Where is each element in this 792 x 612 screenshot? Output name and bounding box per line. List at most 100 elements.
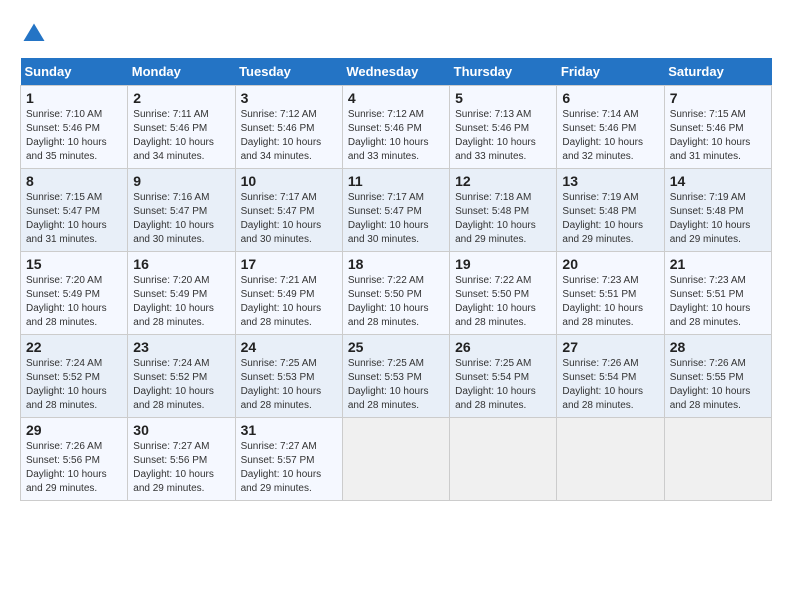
day-number: 18 — [348, 256, 444, 272]
calendar-cell: 4Sunrise: 7:12 AM Sunset: 5:46 PM Daylig… — [342, 86, 449, 169]
day-number: 29 — [26, 422, 122, 438]
calendar-cell: 25 Sunrise: 7:25 AM Sunset: 5:53 PM Dayli… — [342, 335, 449, 418]
day-number: 10 — [241, 173, 337, 189]
calendar-cell — [450, 418, 557, 501]
day-number: 3 — [241, 90, 337, 106]
logo — [20, 20, 52, 48]
calendar-cell: 29 Sunrise: 7:26 AM Sunset: 5:56 PM Dayli… — [21, 418, 128, 501]
day-info: Sunrise: 7:10 AM Sunset: 5:46 PM Dayligh… — [26, 108, 122, 164]
calendar-cell: 3 Sunrise: 7:12 AM Sunset: 5:46 PM Daylig… — [235, 86, 342, 169]
day-info: Sunrise: 7:24 AM Sunset: 5:52 PM Dayligh… — [133, 357, 229, 413]
day-info: Sunrise: 7:20 AM Sunset: 5:49 PM Dayligh… — [133, 274, 229, 330]
day-number: 19 — [455, 256, 551, 272]
header-saturday: Saturday — [664, 58, 771, 86]
calendar-cell: 10 Sunrise: 7:17 AM Sunset: 5:47 PM Dayli… — [235, 169, 342, 252]
day-info: Sunrise: 7:27 AM Sunset: 5:57 PM Dayligh… — [241, 440, 337, 496]
day-number: 23 — [133, 339, 229, 355]
header-wednesday: Wednesday — [342, 58, 449, 86]
calendar-cell — [557, 418, 664, 501]
day-number: 21 — [670, 256, 766, 272]
day-info: Sunrise: 7:25 AM Sunset: 5:53 PM Dayligh… — [241, 357, 337, 413]
calendar-cell: 17Sunrise: 7:21 AM Sunset: 5:49 PM Dayli… — [235, 252, 342, 335]
calendar-cell: 2 Sunrise: 7:11 AM Sunset: 5:46 PM Daylig… — [128, 86, 235, 169]
day-info: Sunrise: 7:15 AM Sunset: 5:47 PM Dayligh… — [26, 191, 122, 247]
calendar-cell: 7Sunrise: 7:15 AM Sunset: 5:46 PM Daylig… — [664, 86, 771, 169]
day-info: Sunrise: 7:23 AM Sunset: 5:51 PM Dayligh… — [562, 274, 658, 330]
day-info: Sunrise: 7:27 AM Sunset: 5:56 PM Dayligh… — [133, 440, 229, 496]
calendar-week-4: 22 Sunrise: 7:24 AM Sunset: 5:52 PM Dayli… — [21, 335, 772, 418]
day-number: 5 — [455, 90, 551, 106]
day-info: Sunrise: 7:13 AM Sunset: 5:46 PM Dayligh… — [455, 108, 551, 164]
page-header — [20, 20, 772, 48]
calendar-week-3: 15 Sunrise: 7:20 AM Sunset: 5:49 PM Dayli… — [21, 252, 772, 335]
day-info: Sunrise: 7:12 AM Sunset: 5:46 PM Dayligh… — [241, 108, 337, 164]
day-info: Sunrise: 7:15 AM Sunset: 5:46 PM Dayligh… — [670, 108, 766, 164]
day-info: Sunrise: 7:16 AM Sunset: 5:47 PM Dayligh… — [133, 191, 229, 247]
calendar-cell: 24 Sunrise: 7:25 AM Sunset: 5:53 PM Dayli… — [235, 335, 342, 418]
calendar-cell: 9 Sunrise: 7:16 AM Sunset: 5:47 PM Daylig… — [128, 169, 235, 252]
day-number: 2 — [133, 90, 229, 106]
day-number: 20 — [562, 256, 658, 272]
day-number: 8 — [26, 173, 122, 189]
day-number: 25 — [348, 339, 444, 355]
calendar-cell: 20 Sunrise: 7:23 AM Sunset: 5:51 PM Dayli… — [557, 252, 664, 335]
calendar-cell: 19 Sunrise: 7:22 AM Sunset: 5:50 PM Dayli… — [450, 252, 557, 335]
calendar-cell: 21 Sunrise: 7:23 AM Sunset: 5:51 PM Dayli… — [664, 252, 771, 335]
day-info: Sunrise: 7:26 AM Sunset: 5:56 PM Dayligh… — [26, 440, 122, 496]
header-monday: Monday — [128, 58, 235, 86]
day-number: 6 — [562, 90, 658, 106]
calendar-cell: 8 Sunrise: 7:15 AM Sunset: 5:47 PM Daylig… — [21, 169, 128, 252]
day-number: 26 — [455, 339, 551, 355]
calendar-cell: 18 Sunrise: 7:22 AM Sunset: 5:50 PM Dayli… — [342, 252, 449, 335]
day-info: Sunrise: 7:24 AM Sunset: 5:52 PM Dayligh… — [26, 357, 122, 413]
calendar-week-1: 1 Sunrise: 7:10 AM Sunset: 5:46 PM Daylig… — [21, 86, 772, 169]
day-info: Sunrise: 7:11 AM Sunset: 5:46 PM Dayligh… — [133, 108, 229, 164]
day-info: Sunrise: 7:26 AM Sunset: 5:54 PM Dayligh… — [562, 357, 658, 413]
day-number: 12 — [455, 173, 551, 189]
day-info: Sunrise: 7:18 AM Sunset: 5:48 PM Dayligh… — [455, 191, 551, 247]
day-number: 17 — [241, 256, 337, 272]
header-sunday: Sunday — [21, 58, 128, 86]
day-info: Sunrise: 7:20 AM Sunset: 5:49 PM Dayligh… — [26, 274, 122, 330]
logo-icon — [20, 20, 48, 48]
calendar-cell — [342, 418, 449, 501]
calendar-week-2: 8 Sunrise: 7:15 AM Sunset: 5:47 PM Daylig… — [21, 169, 772, 252]
calendar-cell: 14 Sunrise: 7:19 AM Sunset: 5:48 PM Dayli… — [664, 169, 771, 252]
calendar-cell: 16 Sunrise: 7:20 AM Sunset: 5:49 PM Dayli… — [128, 252, 235, 335]
calendar-cell: 23 Sunrise: 7:24 AM Sunset: 5:52 PM Dayli… — [128, 335, 235, 418]
calendar-cell: 15 Sunrise: 7:20 AM Sunset: 5:49 PM Dayli… — [21, 252, 128, 335]
day-number: 16 — [133, 256, 229, 272]
day-info: Sunrise: 7:17 AM Sunset: 5:47 PM Dayligh… — [241, 191, 337, 247]
calendar-cell: 11Sunrise: 7:17 AM Sunset: 5:47 PM Dayli… — [342, 169, 449, 252]
day-number: 15 — [26, 256, 122, 272]
calendar-cell: 13 Sunrise: 7:19 AM Sunset: 5:48 PM Dayli… — [557, 169, 664, 252]
calendar-table: SundayMondayTuesdayWednesdayThursdayFrid… — [20, 58, 772, 501]
calendar-cell: 12 Sunrise: 7:18 AM Sunset: 5:48 PM Dayli… — [450, 169, 557, 252]
calendar-header-row: SundayMondayTuesdayWednesdayThursdayFrid… — [21, 58, 772, 86]
day-number: 24 — [241, 339, 337, 355]
day-number: 31 — [241, 422, 337, 438]
calendar-cell: 27Sunrise: 7:26 AM Sunset: 5:54 PM Dayli… — [557, 335, 664, 418]
day-number: 13 — [562, 173, 658, 189]
day-info: Sunrise: 7:26 AM Sunset: 5:55 PM Dayligh… — [670, 357, 766, 413]
day-number: 22 — [26, 339, 122, 355]
calendar-cell: 22 Sunrise: 7:24 AM Sunset: 5:52 PM Dayli… — [21, 335, 128, 418]
day-number: 9 — [133, 173, 229, 189]
day-info: Sunrise: 7:22 AM Sunset: 5:50 PM Dayligh… — [348, 274, 444, 330]
day-number: 11 — [348, 173, 444, 189]
calendar-cell: 1 Sunrise: 7:10 AM Sunset: 5:46 PM Daylig… — [21, 86, 128, 169]
day-info: Sunrise: 7:19 AM Sunset: 5:48 PM Dayligh… — [562, 191, 658, 247]
day-number: 14 — [670, 173, 766, 189]
day-info: Sunrise: 7:14 AM Sunset: 5:46 PM Dayligh… — [562, 108, 658, 164]
day-number: 1 — [26, 90, 122, 106]
day-info: Sunrise: 7:23 AM Sunset: 5:51 PM Dayligh… — [670, 274, 766, 330]
header-tuesday: Tuesday — [235, 58, 342, 86]
calendar-cell: 6 Sunrise: 7:14 AM Sunset: 5:46 PM Daylig… — [557, 86, 664, 169]
day-info: Sunrise: 7:12 AM Sunset: 5:46 PM Dayligh… — [348, 108, 444, 164]
calendar-cell — [664, 418, 771, 501]
day-number: 28 — [670, 339, 766, 355]
day-info: Sunrise: 7:22 AM Sunset: 5:50 PM Dayligh… — [455, 274, 551, 330]
day-info: Sunrise: 7:25 AM Sunset: 5:53 PM Dayligh… — [348, 357, 444, 413]
day-info: Sunrise: 7:19 AM Sunset: 5:48 PM Dayligh… — [670, 191, 766, 247]
calendar-cell: 31 Sunrise: 7:27 AM Sunset: 5:57 PM Dayli… — [235, 418, 342, 501]
